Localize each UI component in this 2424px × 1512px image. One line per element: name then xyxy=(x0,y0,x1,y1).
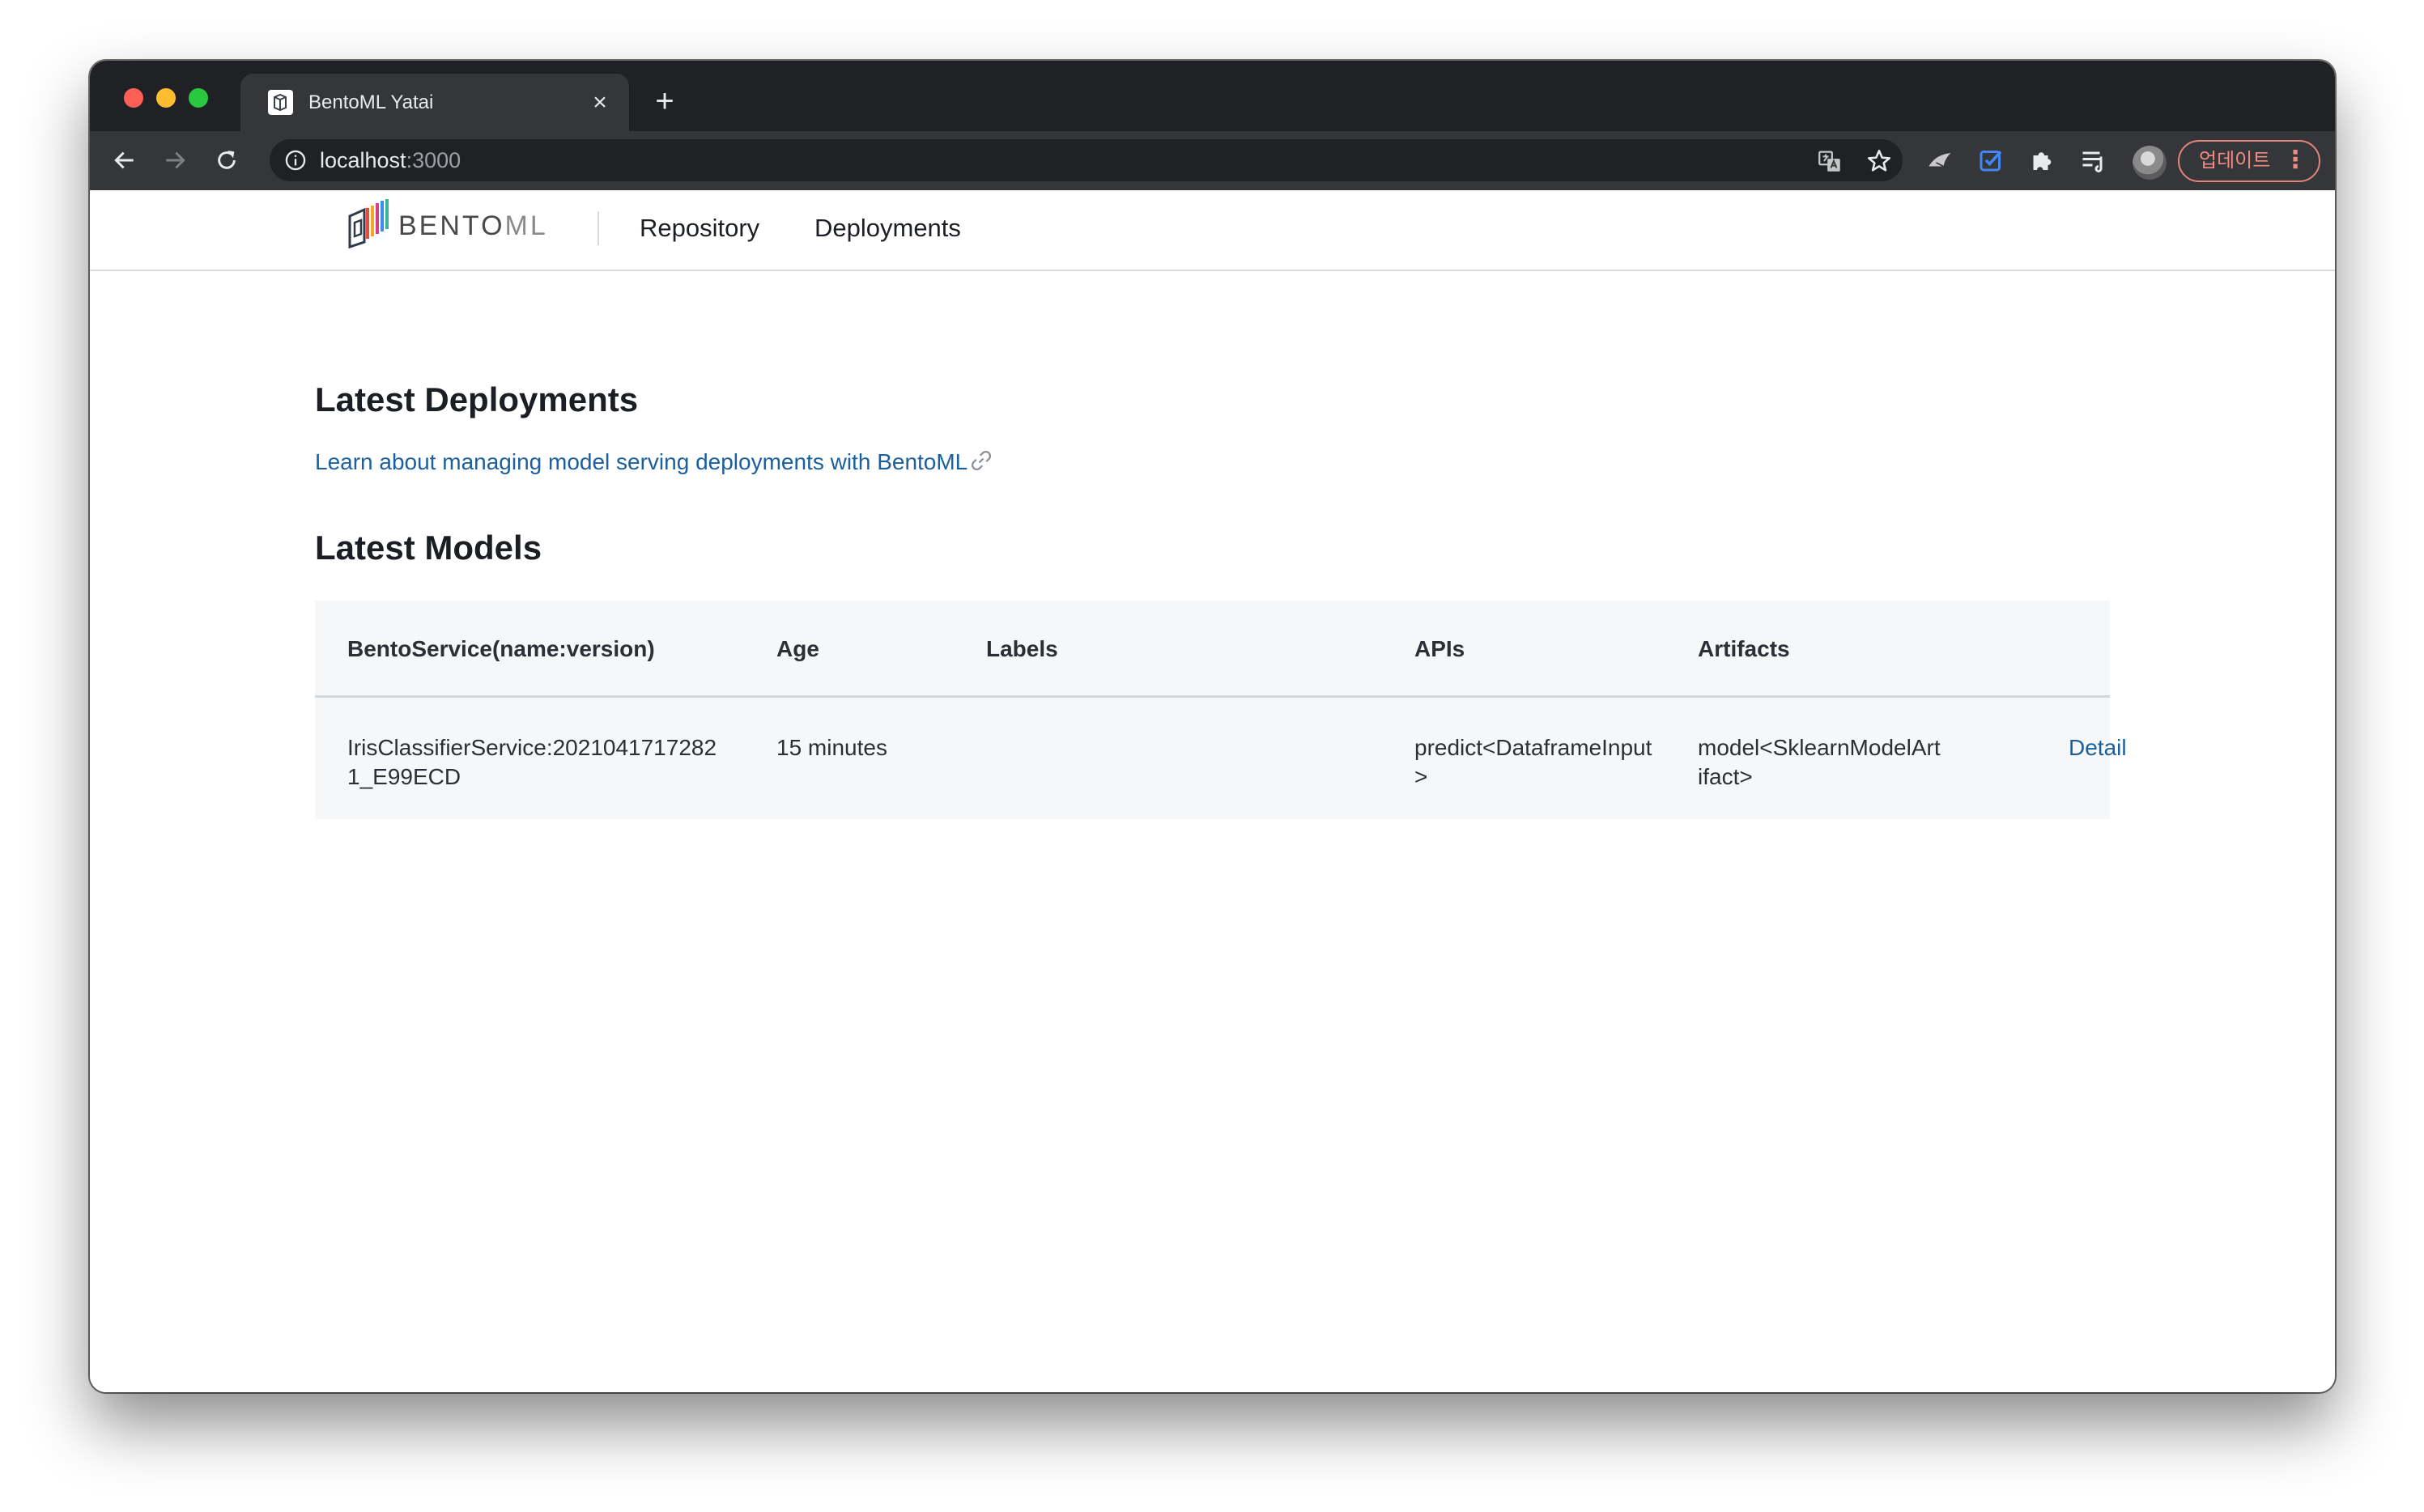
column-header-labels: Labels xyxy=(986,636,1058,661)
url-host: localhost xyxy=(320,148,406,172)
brand-wordmark: BENTOML xyxy=(398,211,548,240)
table-row: IrisClassifierService:20210417172821_E99… xyxy=(315,700,2127,819)
models-table: BentoService(name:version) Age Labels AP… xyxy=(315,601,2127,819)
address-bar[interactable]: localhost:3000 xyxy=(270,139,1903,181)
bentoml-favicon-icon xyxy=(268,90,293,115)
page-viewport: BENTOML Repository Deployments Latest De… xyxy=(90,190,2335,1392)
new-tab-icon[interactable]: + xyxy=(649,85,681,117)
tab-close-icon[interactable]: × xyxy=(585,88,615,117)
deployments-docs-link[interactable]: Learn about managing model serving deplo… xyxy=(315,448,993,477)
detail-link[interactable]: Detail xyxy=(2069,733,2182,762)
cell-artifacts: model<SklearnModelArtifact> xyxy=(1698,735,1941,789)
reload-icon[interactable] xyxy=(210,143,244,177)
top-navbar: BENTOML Repository Deployments xyxy=(90,190,2335,271)
minimize-window-button[interactable] xyxy=(156,88,176,108)
close-window-button[interactable] xyxy=(124,88,143,108)
desktop: BentoML Yatai × + localhost:3000 업데이트 ⋮ … xyxy=(0,0,2424,1512)
tab-title: BentoML Yatai xyxy=(308,91,434,113)
latest-deployments-heading: Latest Deployments xyxy=(315,380,639,418)
nav-divider xyxy=(597,211,599,245)
url-text: localhost:3000 xyxy=(320,139,461,181)
column-header-apis: APIs xyxy=(1414,636,1465,661)
puzzle-icon[interactable] xyxy=(2027,146,2056,175)
deployments-docs-link-text: Learn about managing model serving deplo… xyxy=(315,449,968,474)
checkbox-extension-icon[interactable] xyxy=(1976,146,2005,175)
nav-link-repository[interactable]: Repository xyxy=(640,211,759,245)
back-arrow-icon[interactable] xyxy=(108,143,142,177)
column-header-service: BentoService(name:version) xyxy=(347,636,655,661)
nav-link-deployments[interactable]: Deployments xyxy=(814,211,961,245)
maximize-window-button[interactable] xyxy=(189,88,208,108)
cell-age: 15 minutes xyxy=(776,735,887,760)
forward-arrow-icon[interactable] xyxy=(158,143,192,177)
external-link-icon xyxy=(969,448,993,473)
bentoml-cube-icon xyxy=(345,198,390,250)
cell-service: IrisClassifierService:20210417172821_E99… xyxy=(347,735,717,789)
star-icon[interactable] xyxy=(1865,147,1893,175)
reading-list-icon[interactable] xyxy=(2079,146,2108,175)
update-label: 업데이트 xyxy=(2199,150,2271,172)
browser-tab[interactable]: BentoML Yatai × xyxy=(240,74,629,131)
info-icon[interactable] xyxy=(284,149,307,172)
column-header-artifacts: Artifacts xyxy=(1698,636,1790,661)
profile-avatar[interactable] xyxy=(2133,146,2167,180)
table-header: BentoService(name:version) Age Labels AP… xyxy=(315,601,2110,698)
browser-toolbar: localhost:3000 업데이트 ⋮ xyxy=(90,131,2335,190)
update-button[interactable]: 업데이트 ⋮ xyxy=(2178,140,2320,182)
menu-dots-icon[interactable]: ⋮ xyxy=(2283,142,2307,181)
brand-text-main: BENTO xyxy=(398,210,505,241)
url-port: :3000 xyxy=(406,148,461,172)
cell-apis: predict<DataframeInput> xyxy=(1414,735,1652,789)
brand-text-suffix: ML xyxy=(504,210,548,241)
bird-extension-icon[interactable] xyxy=(1925,146,1954,175)
translate-icon[interactable] xyxy=(1816,147,1844,175)
tab-strip: BentoML Yatai × + xyxy=(90,61,2335,131)
column-header-age: Age xyxy=(776,636,819,661)
browser-window: BentoML Yatai × + localhost:3000 업데이트 ⋮ … xyxy=(90,61,2335,1392)
latest-models-heading: Latest Models xyxy=(315,529,542,567)
